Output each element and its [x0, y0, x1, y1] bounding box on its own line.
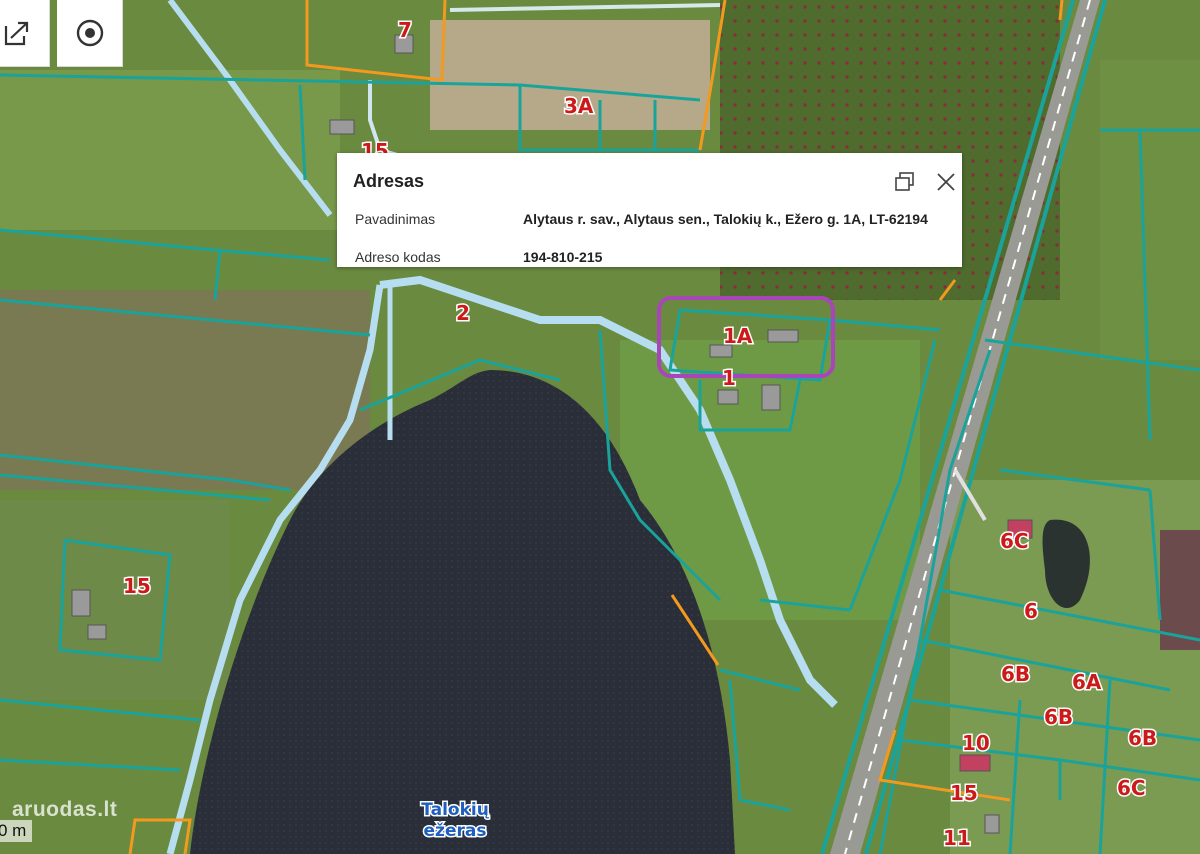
parcel-label: 11: [943, 826, 971, 850]
share-icon: [4, 21, 28, 46]
dock-icon: [895, 172, 914, 191]
scale-bar: 0 m: [0, 820, 33, 842]
parcel-label: 1A: [723, 324, 753, 348]
field-nw: [0, 70, 340, 230]
locate-button[interactable]: [57, 0, 123, 67]
name-value: Alytaus r. sav., Alytaus sen., Talokių k…: [523, 211, 928, 227]
parcel-label: 6B: [1044, 705, 1073, 729]
lake-name-line2: ežeras: [424, 821, 487, 841]
close-button[interactable]: [934, 170, 958, 194]
code-label: Adreso kodas: [355, 249, 441, 265]
dock-button[interactable]: [893, 170, 917, 194]
parcel-label: 6B: [1128, 726, 1157, 750]
parcel-label: 6: [1024, 599, 1038, 623]
parcel-label: 6A: [1072, 670, 1102, 694]
close-icon: [937, 173, 955, 191]
map-canvas[interactable]: 7 3A 15 2 1A 1 15 6C 6 6B 6A 6B 10 6B 6C…: [0, 0, 1200, 854]
lake-name: Talokių ežeras: [420, 799, 492, 843]
parcel-label: 6C: [1117, 776, 1146, 800]
address-popup: Adresas Pavadinimas Alytaus r. sav., Aly…: [337, 153, 962, 267]
parcel-label: 3A: [564, 94, 594, 118]
code-value: 194-810-215: [523, 249, 603, 265]
locate-icon: [76, 19, 103, 47]
parcel-label: 6B: [1001, 662, 1030, 686]
parcel-label: 10: [962, 731, 990, 755]
parcel-label: 7: [398, 18, 412, 42]
parcel-label: 1: [722, 366, 736, 390]
parcel-label: 6C: [1000, 529, 1029, 553]
watermark: aruodas.lt: [12, 798, 118, 821]
parcel-label: 2: [456, 301, 470, 325]
parcel-label: 15: [123, 574, 151, 598]
lake-name-line1: Talokių: [421, 800, 490, 820]
name-label: Pavadinimas: [355, 211, 436, 227]
popup-title: Adresas: [353, 171, 425, 191]
parcel-label: 15: [950, 781, 978, 805]
share-button[interactable]: [0, 0, 50, 67]
field-east: [1100, 60, 1200, 360]
field-west-2: [0, 500, 230, 700]
